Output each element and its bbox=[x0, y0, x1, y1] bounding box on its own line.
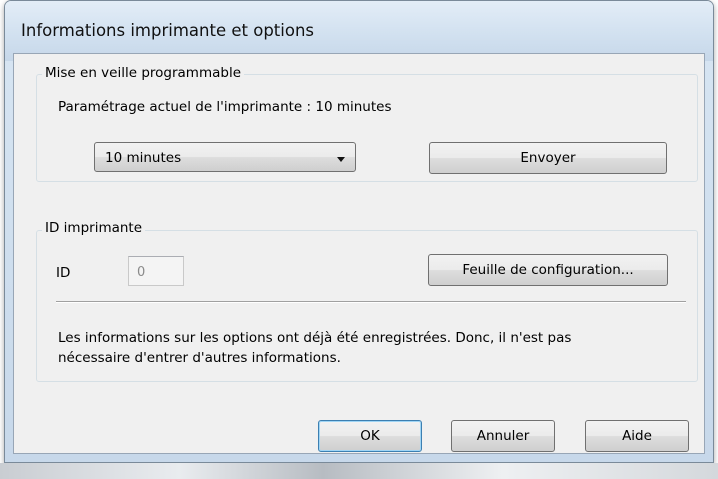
cancel-button-label: Annuler bbox=[476, 428, 530, 444]
send-button[interactable]: Envoyer bbox=[429, 142, 667, 174]
current-setting-text: Paramétrage actuel de l'imprimante : 10 … bbox=[58, 99, 392, 115]
sleep-timer-legend: Mise en veille programmable bbox=[42, 65, 245, 81]
ok-button[interactable]: OK bbox=[318, 420, 422, 452]
options-info-line-1: Les informations sur les options ont déj… bbox=[58, 330, 572, 346]
options-info-line-2: nécessaire d'entrer d'autres information… bbox=[58, 350, 341, 366]
sleep-timer-dropdown[interactable]: 10 minutes bbox=[94, 142, 356, 172]
printer-id-value: 0 bbox=[137, 265, 146, 280]
printer-id-legend: ID imprimante bbox=[42, 220, 146, 236]
configuration-sheet-button[interactable]: Feuille de configuration... bbox=[428, 254, 668, 286]
cancel-button[interactable]: Annuler bbox=[451, 420, 555, 452]
desktop-background-strip bbox=[0, 463, 718, 479]
title-bar[interactable]: Informations imprimante et options bbox=[5, 1, 713, 61]
help-button[interactable]: Aide bbox=[585, 420, 689, 452]
group-separator bbox=[56, 301, 686, 303]
printer-id-field[interactable]: 0 bbox=[128, 256, 184, 286]
id-label: ID bbox=[56, 265, 71, 281]
sleep-timer-dropdown-value: 10 minutes bbox=[105, 150, 182, 166]
ok-button-label: OK bbox=[360, 428, 380, 444]
configuration-sheet-label: Feuille de configuration... bbox=[462, 262, 634, 278]
dialog-body: Mise en veille programmable Paramétrage … bbox=[13, 53, 705, 454]
help-button-label: Aide bbox=[622, 428, 652, 444]
chevron-down-icon bbox=[337, 157, 345, 162]
dialog-title: Informations imprimante et options bbox=[21, 21, 314, 40]
send-button-label: Envoyer bbox=[520, 150, 576, 166]
options-info-text: Les informations sur les options ont déj… bbox=[58, 328, 571, 368]
printer-info-dialog: Informations imprimante et options Mise … bbox=[4, 0, 714, 463]
